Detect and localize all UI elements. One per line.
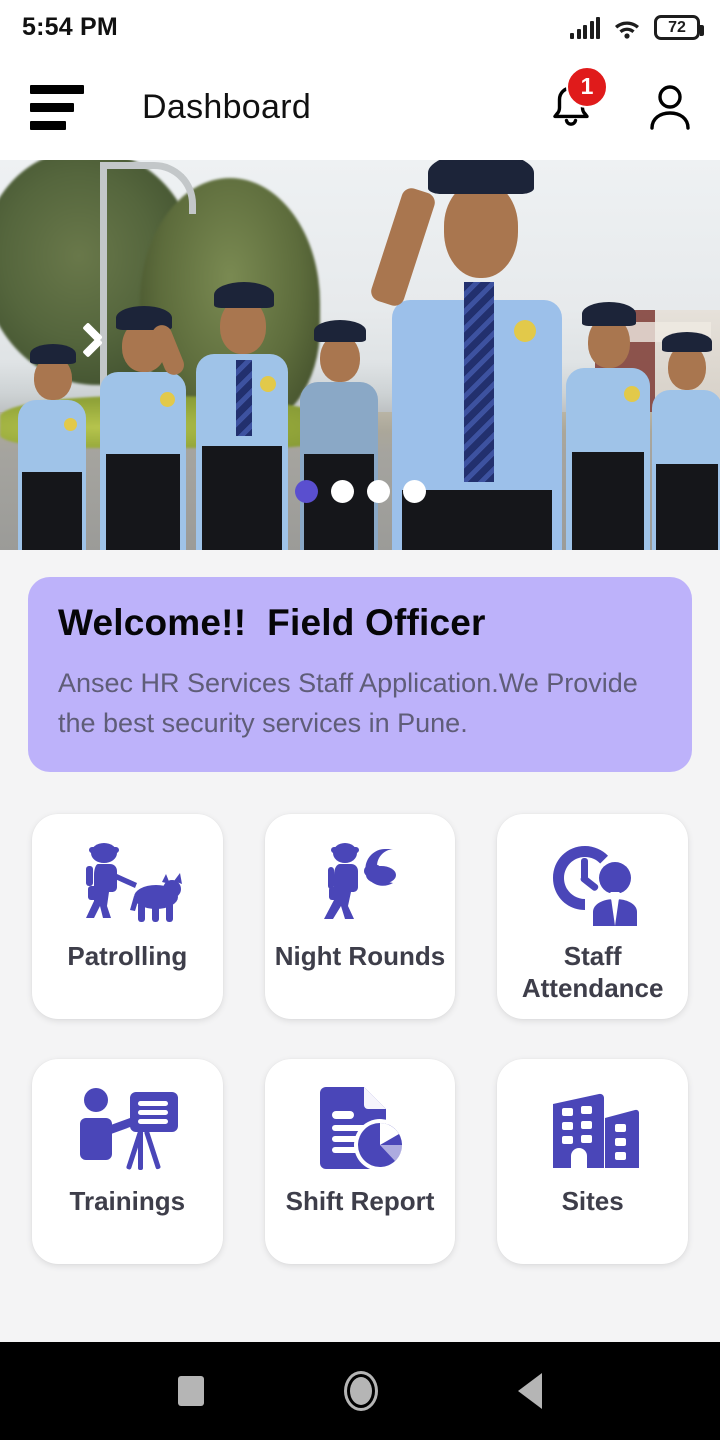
wifi-icon <box>613 17 641 39</box>
welcome-card: Welcome!! Field Officer Ansec HR Service… <box>28 577 692 772</box>
app-bar: Dashboard 1 <box>0 55 720 160</box>
android-nav-bar <box>0 1342 720 1440</box>
guard-figure <box>196 282 288 550</box>
cellular-signal-icon <box>570 16 600 39</box>
tile-label: Shift Report <box>285 1185 435 1216</box>
tile-label: Trainings <box>69 1185 186 1216</box>
page-title: Dashboard <box>142 88 312 126</box>
tile-shift-report[interactable]: Shift Report <box>264 1058 456 1264</box>
clock-person-icon <box>541 838 645 930</box>
carousel-dot-4[interactable] <box>402 480 426 503</box>
tile-trainings[interactable]: Trainings <box>32 1058 223 1264</box>
guard-figure <box>652 332 720 550</box>
carousel-dot-2[interactable] <box>330 480 354 503</box>
carousel-dots <box>0 480 720 503</box>
welcome-description: Ansec HR Services Staff Application.We P… <box>58 668 638 739</box>
battery-percent: 72 <box>668 18 686 36</box>
tile-patrolling[interactable]: Patrolling <box>32 813 223 1019</box>
feature-tiles-grid: Patrolling Night Rounds Staff Attendance… <box>32 813 688 1264</box>
notification-bell-button[interactable]: 1 <box>548 65 608 134</box>
buildings-icon <box>545 1083 641 1175</box>
carousel-dot-3[interactable] <box>366 480 390 503</box>
guard-figure <box>300 320 378 550</box>
square-recents-icon[interactable] <box>178 1376 204 1406</box>
status-time: 5:54 PM <box>22 13 118 41</box>
tile-label: Patrolling <box>67 940 188 971</box>
tile-staff-attendance[interactable]: Staff Attendance <box>497 813 688 1019</box>
welcome-heading: Welcome!! Field Officer <box>58 602 486 643</box>
notification-count-badge: 1 <box>566 65 608 108</box>
chevron-left-icon[interactable] <box>88 328 122 362</box>
account-person-icon[interactable] <box>646 82 694 134</box>
guard-with-dog-icon <box>68 838 186 930</box>
guard-figure <box>18 344 86 550</box>
guard-figure <box>100 306 188 550</box>
tile-label: Staff Attendance <box>521 940 664 1004</box>
phone-screen: 5:54 PM 72 Dashboard 1 Welcome!! Field O… <box>0 0 720 1440</box>
tile-sites[interactable]: Sites <box>497 1058 688 1264</box>
guard-figure <box>566 302 650 550</box>
banner-carousel[interactable] <box>0 160 720 550</box>
circle-home-icon[interactable] <box>344 1371 378 1411</box>
app-bar-actions: 1 <box>548 65 694 134</box>
tile-night-rounds[interactable]: Night Rounds <box>264 813 456 1019</box>
hamburger-menu-icon[interactable] <box>30 85 84 131</box>
tile-label: Sites <box>561 1185 624 1216</box>
tile-label: Night Rounds <box>274 940 446 971</box>
document-pie-chart-icon <box>312 1083 408 1175</box>
presenter-board-icon <box>72 1083 182 1175</box>
carousel-dot-1[interactable] <box>294 480 318 503</box>
status-icons: 72 <box>570 15 704 40</box>
triangle-back-icon[interactable] <box>518 1373 542 1409</box>
guard-figure-main <box>368 160 562 550</box>
guard-walking-moon-icon <box>305 838 415 930</box>
battery-icon: 72 <box>654 15 704 40</box>
status-bar: 5:54 PM 72 <box>0 0 720 55</box>
